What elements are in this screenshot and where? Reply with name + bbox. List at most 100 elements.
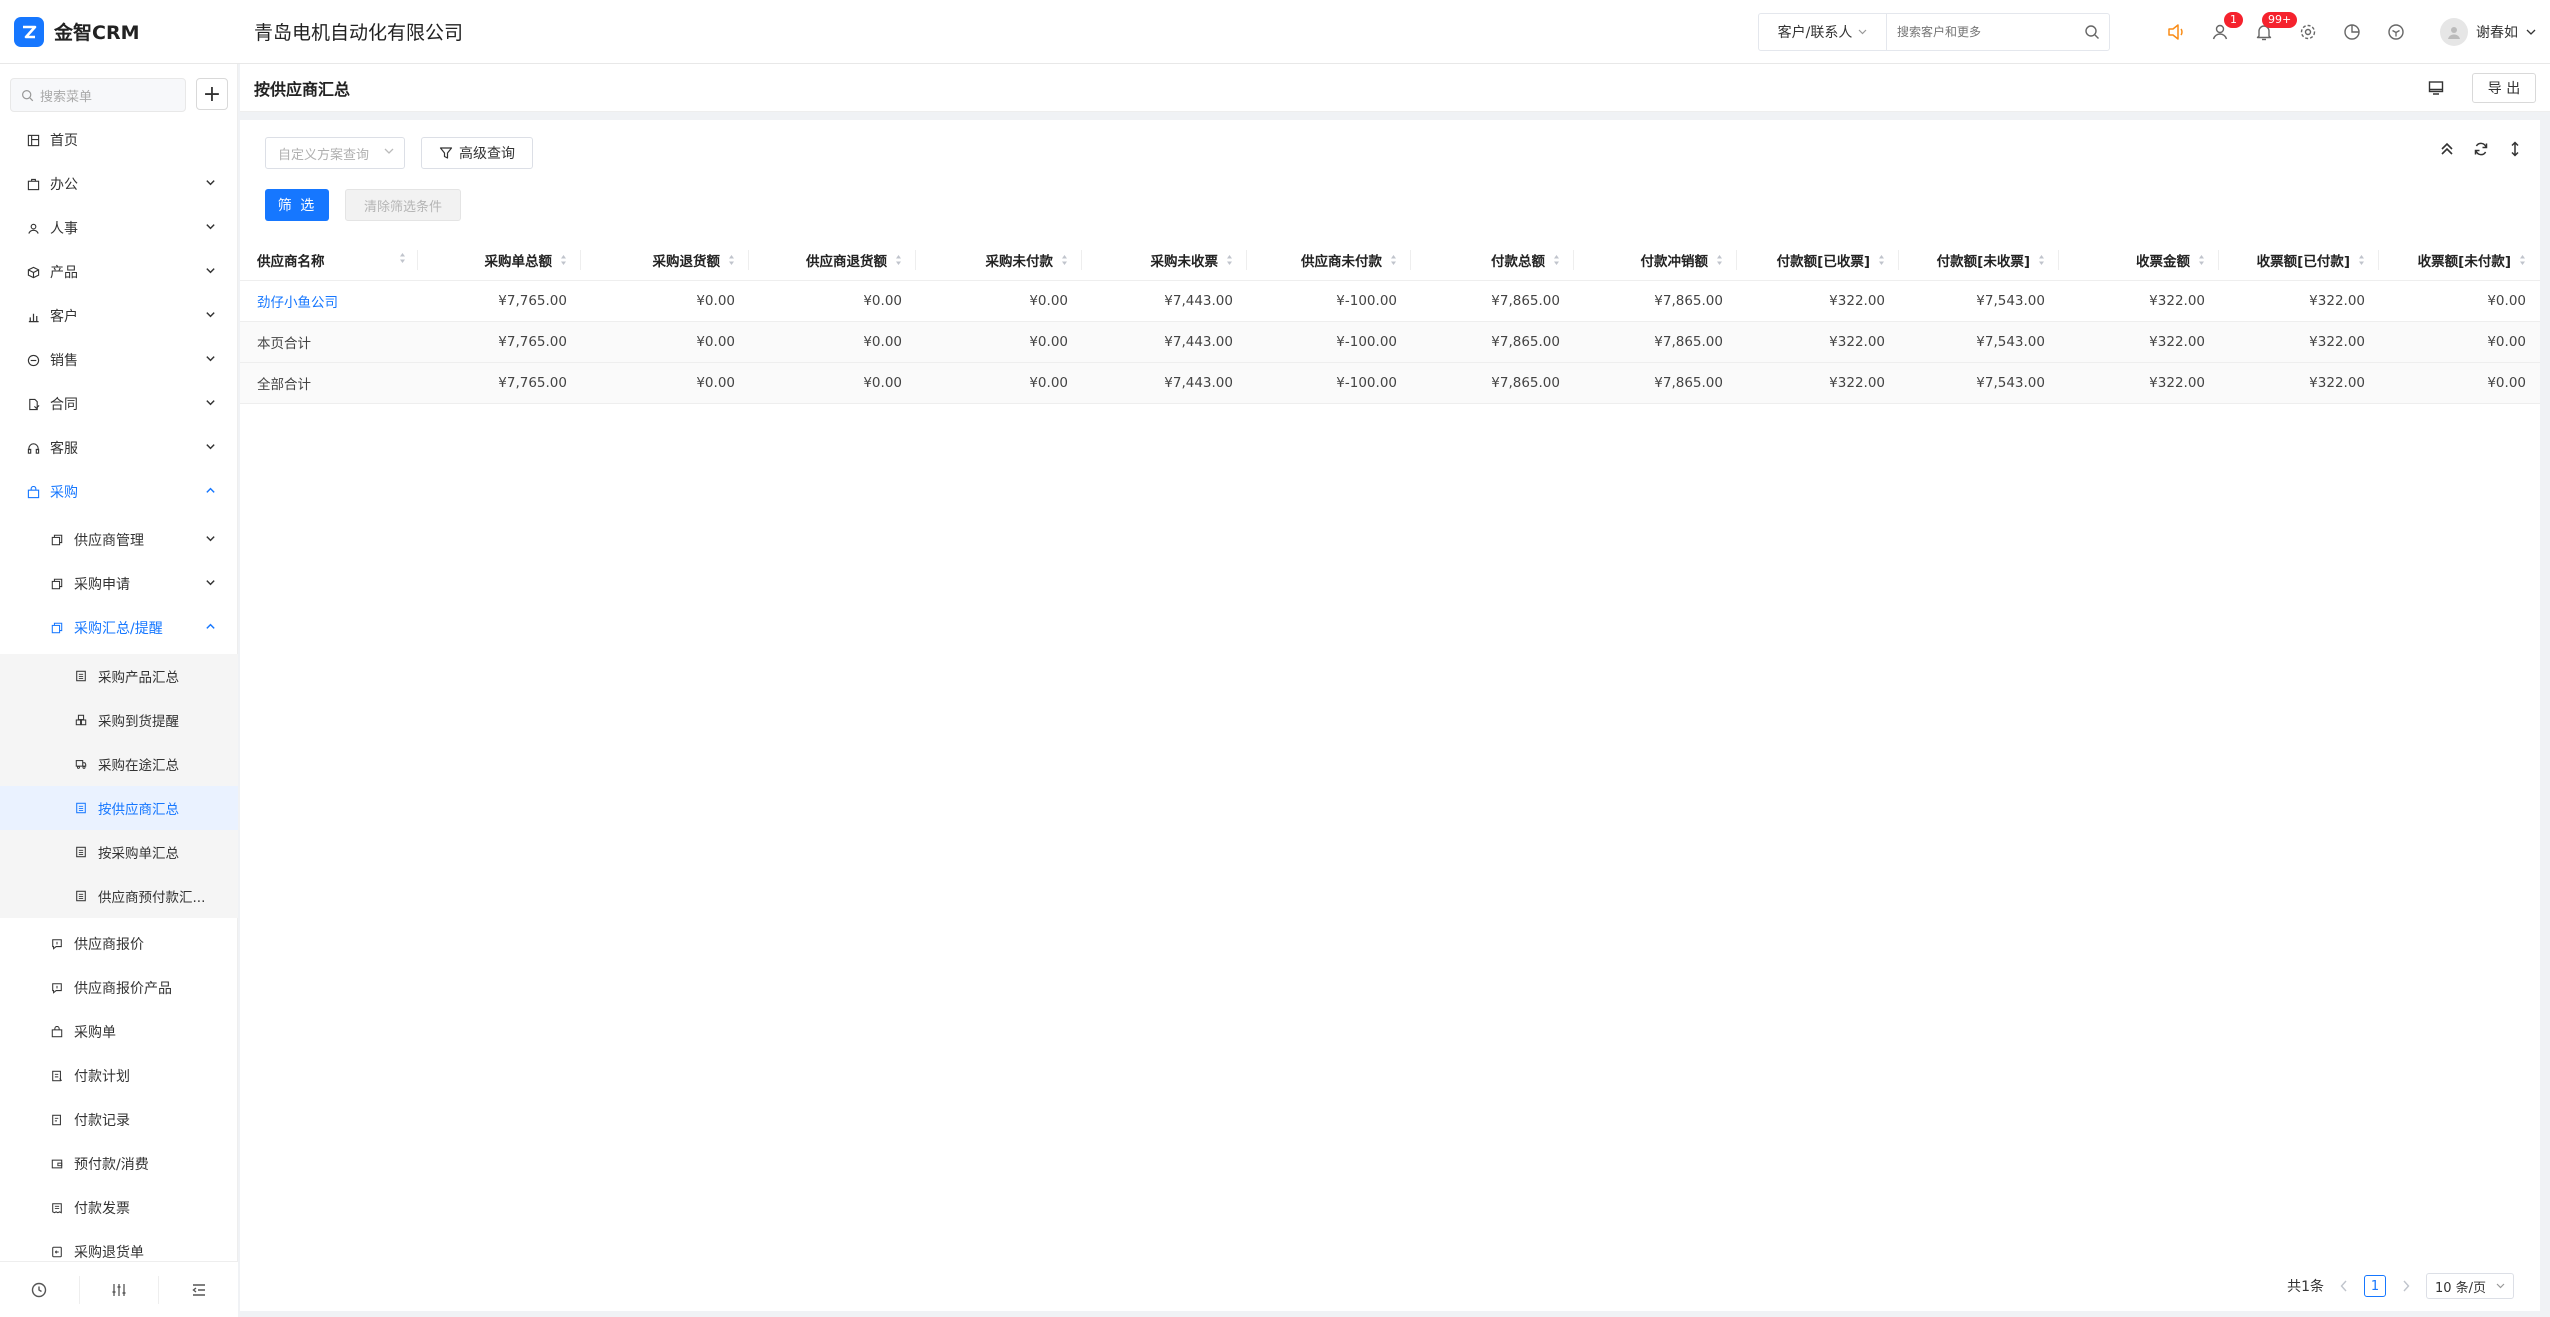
table-cell: ¥7,543.00: [1899, 321, 2059, 363]
sidebar-item-supplier-quote[interactable]: 供应商报价: [0, 922, 238, 966]
logo[interactable]: 金智CRM: [0, 0, 240, 64]
logo-icon: [14, 16, 44, 47]
page-number[interactable]: 1: [2364, 1275, 2386, 1297]
clear-filter-button[interactable]: 清除筛选条件: [345, 189, 461, 221]
sidebar-item-sales[interactable]: 销售: [0, 338, 238, 382]
sort-icon[interactable]: [1716, 254, 1723, 270]
chevron-left-icon[interactable]: [2336, 1280, 2352, 1292]
sidebar-item-purchase[interactable]: 采购: [0, 470, 238, 514]
sidebar-item-order-summary[interactable]: 按采购单汇总: [0, 830, 238, 874]
column-height-icon[interactable]: [2504, 138, 2526, 160]
notification-icon[interactable]: 99+: [2242, 0, 2298, 64]
custom-query-select[interactable]: 自定义方案查询: [265, 137, 405, 169]
speaker-icon[interactable]: [2154, 0, 2198, 64]
table-cell: ¥322.00: [1737, 280, 1899, 322]
collapse-menu-icon[interactable]: [158, 1275, 238, 1304]
export-button[interactable]: 导 出: [2472, 73, 2536, 103]
column-header[interactable]: 收票金额: [2059, 240, 2219, 281]
sidebar-item-purchase-summary[interactable]: 采购汇总/提醒: [0, 606, 238, 650]
monitor-icon[interactable]: [2424, 76, 2448, 100]
gear-icon[interactable]: [2286, 0, 2330, 64]
column-header[interactable]: 供应商名称: [240, 240, 418, 281]
sidebar-item-supplier-summary[interactable]: 按供应商汇总: [0, 786, 238, 830]
sidebar-item-in-transit-summary[interactable]: 采购在途汇总: [0, 742, 238, 786]
chevron-down-icon: [206, 224, 215, 230]
pie-chart-icon[interactable]: [2330, 0, 2374, 64]
sidebar-item-supplier-management[interactable]: 供应商管理: [0, 518, 238, 562]
sidebar-item-home[interactable]: 首页: [0, 118, 238, 162]
column-header[interactable]: 付款总额: [1411, 240, 1574, 281]
menu-search-input[interactable]: 搜索菜单: [10, 78, 186, 112]
chevron-right-icon[interactable]: [2398, 1280, 2414, 1292]
table-row[interactable]: 劲仔小鱼公司 ¥7,765.00 ¥0.00 ¥0.00 ¥0.00 ¥7,44…: [240, 280, 2540, 322]
sort-icon[interactable]: [728, 254, 735, 270]
filter-button[interactable]: 筛 选: [265, 189, 329, 221]
table-cell: ¥0.00: [2379, 321, 2540, 363]
page-title: 按供应商汇总: [254, 79, 351, 99]
column-header[interactable]: 付款冲销额: [1574, 240, 1737, 281]
sidebar-item-purchase-product-summary[interactable]: 采购产品汇总: [0, 654, 238, 698]
sidebar-item-supplier-quote-product[interactable]: 供应商报价产品: [0, 966, 238, 1010]
cube-icon[interactable]: [2374, 0, 2418, 64]
sidebar-footer: [0, 1261, 238, 1317]
table-cell: ¥7,443.00: [1082, 362, 1247, 404]
sort-icon[interactable]: [2358, 254, 2365, 270]
page-size-select[interactable]: 10 条/页: [2426, 1273, 2514, 1299]
collapse-up-icon[interactable]: [2436, 138, 2458, 160]
advanced-query-button[interactable]: 高级查询: [421, 137, 533, 169]
sidebar-item-label: 按采购单汇总: [98, 846, 179, 862]
boxes-icon: [74, 713, 88, 727]
user-menu[interactable]: 谢春如: [2440, 18, 2536, 46]
sidebar-item-label: 采购汇总/提醒: [74, 621, 163, 637]
column-header[interactable]: 付款额[未收票]: [1899, 240, 2059, 281]
sort-icon[interactable]: [2038, 254, 2045, 270]
sidebar-item-customer[interactable]: 客户: [0, 294, 238, 338]
column-header[interactable]: 采购退货额: [581, 240, 749, 281]
sort-icon[interactable]: [2519, 254, 2526, 270]
search-input[interactable]: [1887, 15, 2075, 49]
sort-icon[interactable]: [895, 254, 902, 270]
sidebar-item-purchase-order[interactable]: 采购单: [0, 1010, 238, 1054]
sidebar-item-contract[interactable]: 合同: [0, 382, 238, 426]
sidebar-item-prepayment[interactable]: 预付款/消费: [0, 1142, 238, 1186]
contacts-icon[interactable]: 1: [2198, 0, 2243, 64]
history-icon[interactable]: [0, 1276, 79, 1304]
search-icon[interactable]: [2075, 24, 2109, 40]
column-header[interactable]: 采购未付款: [916, 240, 1082, 281]
add-menu-button[interactable]: +: [196, 78, 228, 110]
column-header[interactable]: 供应商退货额: [749, 240, 916, 281]
sidebar-item-payment-plan[interactable]: 付款计划: [0, 1054, 238, 1098]
sort-icon[interactable]: [1226, 254, 1233, 270]
sidebar-item-product[interactable]: 产品: [0, 250, 238, 294]
table-cell: ¥322.00: [2219, 321, 2379, 363]
table-cell: ¥-100.00: [1247, 280, 1411, 322]
sidebar-item-service[interactable]: 客服: [0, 426, 238, 470]
sidebar-item-hr[interactable]: 人事: [0, 206, 238, 250]
table-cell: ¥322.00: [2059, 280, 2219, 322]
column-header[interactable]: 供应商未付款: [1247, 240, 1411, 281]
sidebar-item-payment-record[interactable]: 付款记录: [0, 1098, 238, 1142]
sidebar-item-payment-invoice[interactable]: 付款发票: [0, 1186, 238, 1230]
sidebar-item-prepayment-summary[interactable]: 供应商预付款汇...: [0, 874, 238, 918]
sliders-icon[interactable]: [78, 1275, 159, 1304]
column-header[interactable]: 收票额[未付款]: [2379, 240, 2540, 281]
sort-icon[interactable]: [1390, 254, 1397, 270]
sort-icon[interactable]: [1878, 254, 1885, 270]
sidebar-item-purchase-request[interactable]: 采购申请: [0, 562, 238, 606]
search-type-select[interactable]: 客户/联系人: [1759, 14, 1887, 50]
column-header[interactable]: 收票额[已付款]: [2219, 240, 2379, 281]
supplier-link[interactable]: 劲仔小鱼公司: [257, 295, 338, 311]
column-header[interactable]: 付款额[已收票]: [1737, 240, 1899, 281]
sort-icon[interactable]: [399, 252, 406, 268]
sidebar-item-arrival-reminder[interactable]: 采购到货提醒: [0, 698, 238, 742]
sort-icon[interactable]: [1061, 254, 1068, 270]
refresh-icon[interactable]: [2470, 138, 2492, 160]
sort-icon[interactable]: [2198, 254, 2205, 270]
sort-icon[interactable]: [560, 254, 567, 270]
sort-icon[interactable]: [1553, 254, 1560, 270]
sidebar-item-office[interactable]: 办公: [0, 162, 238, 206]
table-cell: ¥7,865.00: [1411, 280, 1574, 322]
column-header[interactable]: 采购单总额: [418, 240, 581, 281]
column-header[interactable]: 采购未收票: [1082, 240, 1247, 281]
sidebar-item-label: 采购退货单: [74, 1245, 144, 1261]
